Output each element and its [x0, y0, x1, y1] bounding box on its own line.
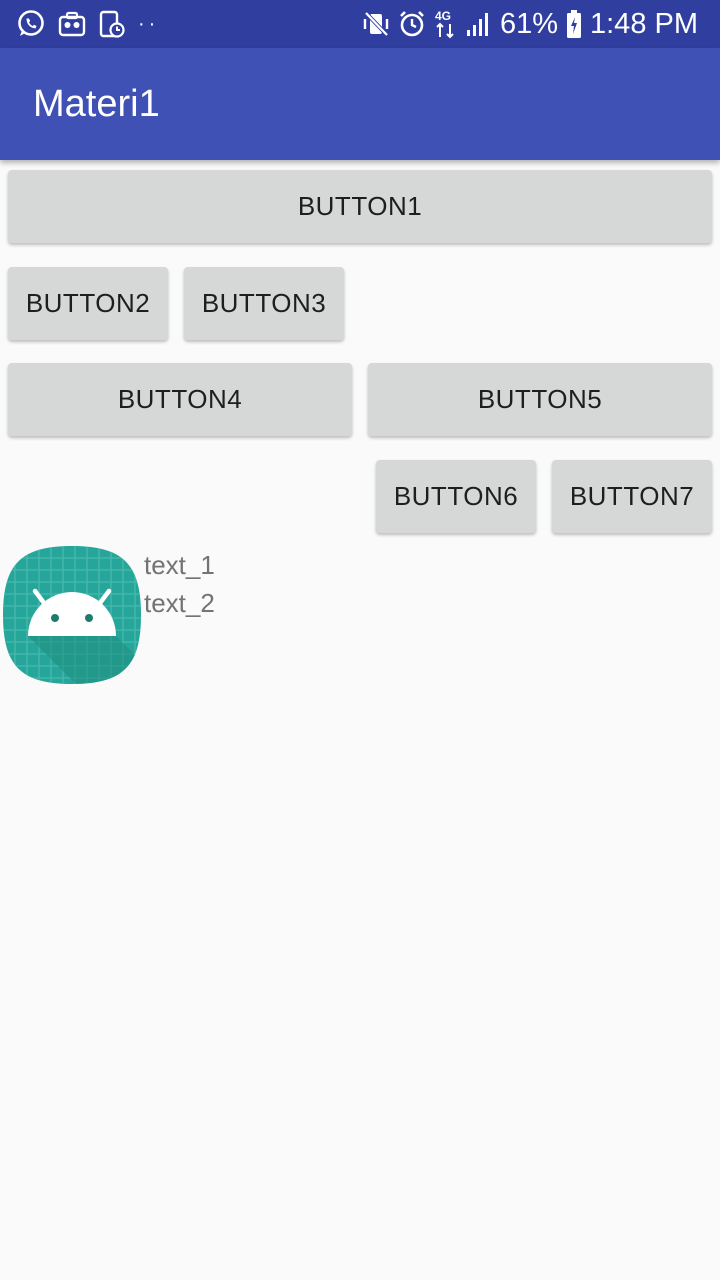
clock: 1:48 PM: [590, 8, 698, 40]
text-1: text_1: [144, 550, 215, 580]
signal-icon: [466, 10, 492, 38]
alarm-icon: [398, 10, 426, 38]
screen-timer-icon: [98, 9, 126, 39]
status-bar: ·· 4G 61% 1:48 PM: [0, 0, 720, 48]
button2[interactable]: BUTTON2: [8, 267, 168, 340]
text-2: text_2: [144, 588, 215, 618]
battery-percent: 61%: [499, 8, 558, 40]
button6[interactable]: BUTTON6: [376, 460, 536, 533]
button3[interactable]: BUTTON3: [184, 267, 344, 340]
app-bar: Materi1: [0, 48, 720, 160]
toolbox-icon: [58, 10, 86, 38]
status-left-icons: ··: [16, 8, 159, 40]
battery-charging-icon: [566, 9, 582, 39]
network-type-label: 4G: [435, 9, 451, 23]
app-title: Materi1: [33, 83, 160, 125]
button1[interactable]: BUTTON1: [8, 170, 712, 243]
button7[interactable]: BUTTON7: [552, 460, 712, 533]
more-dots-icon: ··: [138, 12, 160, 35]
whatsapp-icon: [16, 9, 46, 39]
button4[interactable]: BUTTON4: [8, 363, 352, 436]
button5[interactable]: BUTTON5: [368, 363, 712, 436]
status-right-icons: 4G 61% 1:48 PM: [362, 6, 698, 42]
android-launcher-icon: [3, 546, 141, 684]
data-arrows-icon: 4G: [434, 8, 458, 40]
vibrate-mute-icon: [362, 10, 390, 38]
